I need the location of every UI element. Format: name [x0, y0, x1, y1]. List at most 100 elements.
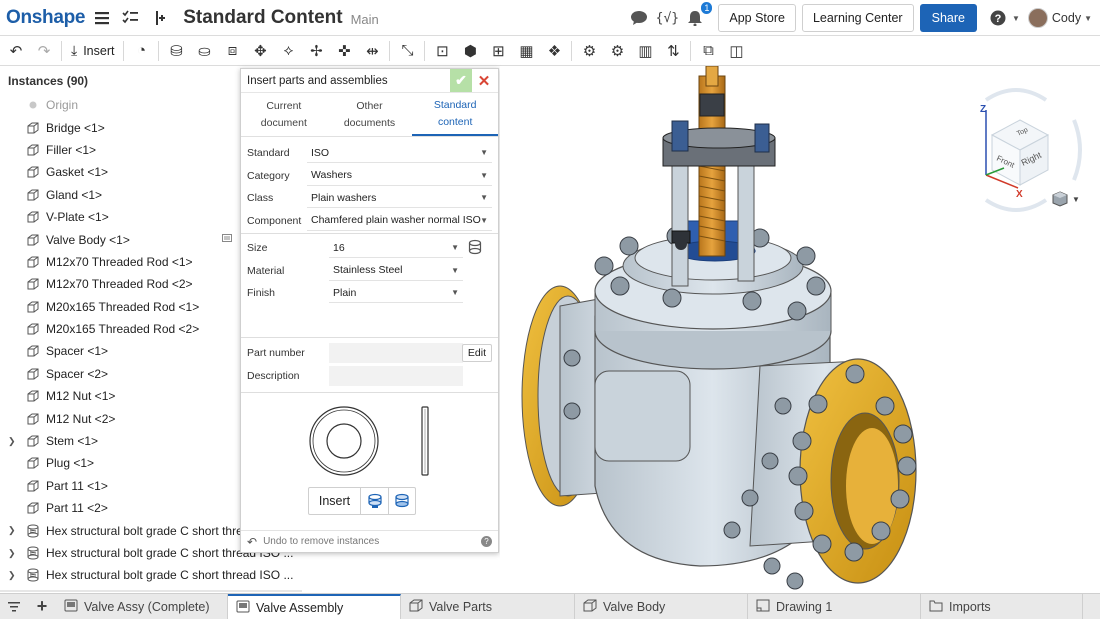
standard-label: Standard: [247, 147, 290, 160]
tab-bar: + Valve Assy (Complete) Valve Assembly Val…: [0, 593, 1100, 619]
linear-pattern-icon[interactable]: ▦: [512, 38, 540, 64]
tab-standard-content[interactable]: Standard content: [412, 93, 499, 136]
insert-mate-icon[interactable]: [147, 7, 169, 29]
part-icon: [26, 322, 40, 336]
tab-valve-parts[interactable]: Valve Parts: [401, 593, 575, 619]
finish-select[interactable]: Plain ▼: [329, 283, 463, 304]
tab-other-documents[interactable]: Other documents: [327, 93, 413, 136]
linear-relation-icon[interactable]: ⇅: [659, 38, 687, 64]
material-select[interactable]: Stainless Steel ▼: [329, 261, 463, 281]
drawing-icon: [756, 599, 770, 615]
insert-icon: ⤓: [71, 42, 78, 58]
mate-connector-icon[interactable]: ⊡: [428, 38, 456, 64]
undo-icon[interactable]: ↶: [247, 535, 257, 549]
user-name[interactable]: Cody: [1052, 11, 1081, 25]
section-view-icon[interactable]: ◫: [722, 38, 750, 64]
part-icon: [26, 367, 40, 381]
screw-relation-icon[interactable]: ▥: [631, 38, 659, 64]
insert-button[interactable]: ⤓ Insert: [65, 42, 120, 59]
parallel-mate-icon[interactable]: ⇹: [358, 38, 386, 64]
configuration-icon[interactable]: [468, 239, 482, 258]
fastened-mate-icon[interactable]: ⛁: [162, 38, 190, 64]
gear-relation-icon[interactable]: ⚙: [575, 38, 603, 64]
explode-view-icon[interactable]: ⧉: [694, 38, 722, 64]
insert-and-mate-icon[interactable]: [361, 488, 388, 514]
description-field[interactable]: [329, 365, 463, 386]
tab-valve-assy-complete[interactable]: Valve Assy (Complete): [56, 593, 228, 619]
standard-select[interactable]: ISO ▼: [307, 143, 492, 164]
tab-label: Valve Parts: [429, 599, 492, 614]
component-label: Component: [247, 214, 302, 227]
pin-slot-mate-icon[interactable]: ✢: [302, 38, 330, 64]
rack-pinion-icon[interactable]: ⚙: [603, 38, 631, 64]
feature-list-icon[interactable]: [119, 7, 141, 29]
tab-imports[interactable]: Imports: [921, 593, 1083, 619]
size-select[interactable]: 16 ▼: [329, 238, 463, 259]
instance-label: Hex structural bolt grade C short thread…: [46, 568, 294, 583]
chevron-right-icon[interactable]: ❯: [8, 525, 20, 536]
tab-label-line2: document: [260, 116, 307, 129]
linked-document-icon[interactable]: [222, 234, 232, 245]
tab-drawing-1[interactable]: Drawing 1: [748, 593, 921, 619]
ball-mate-icon[interactable]: ✜: [330, 38, 358, 64]
edit-button[interactable]: Edit: [461, 344, 492, 363]
toolbar-divider: [158, 40, 160, 61]
instance-label: V-Plate <1>: [46, 210, 109, 225]
redo-icon[interactable]: ↷: [30, 38, 58, 64]
notifications-icon[interactable]: 1: [684, 2, 713, 29]
help-icon[interactable]: ?: [481, 536, 492, 547]
material-value: Stainless Steel: [333, 264, 403, 277]
tab-valve-body[interactable]: Valve Body: [575, 593, 748, 619]
tab-current-document[interactable]: Current document: [241, 93, 327, 136]
document-title[interactable]: Standard Content: [183, 7, 342, 29]
chevron-down-icon: ▼: [480, 215, 488, 225]
user-caret-icon[interactable]: ▼: [1084, 14, 1092, 23]
category-select[interactable]: Washers ▼: [307, 166, 492, 186]
learning-center-button[interactable]: Learning Center: [801, 4, 914, 32]
graphics-viewport[interactable]: Top Front Right Z X ▼: [500, 65, 1100, 593]
cylindrical-mate-icon[interactable]: ⟡: [274, 38, 302, 64]
tab-valve-assembly[interactable]: Valve Assembly: [228, 593, 401, 619]
chevron-right-icon[interactable]: ❯: [8, 436, 20, 447]
tab-label: Valve Assy (Complete): [84, 599, 210, 614]
branch-name[interactable]: Main: [351, 12, 379, 27]
variables-icon[interactable]: {√}: [656, 7, 679, 29]
assembly-icon: [64, 599, 78, 615]
insert-with-fasten-icon[interactable]: [388, 488, 415, 514]
class-select[interactable]: Plain washers ▼: [307, 188, 492, 209]
help-icon[interactable]: ?: [987, 7, 1009, 29]
part-number-field[interactable]: [329, 343, 463, 363]
app-store-button[interactable]: App Store: [718, 4, 796, 32]
slider-mate-icon[interactable]: ⧈: [218, 38, 246, 64]
help-caret-icon[interactable]: ▼: [1012, 14, 1020, 23]
tab-list-icon[interactable]: [0, 594, 28, 619]
revolute-mate-icon[interactable]: ⛀: [190, 38, 218, 64]
chevron-right-icon[interactable]: ❯: [8, 548, 20, 559]
view-cube[interactable]: Top Front Right Z X: [956, 80, 1086, 230]
close-icon[interactable]: ✕: [474, 69, 494, 92]
view-options-dropdown[interactable]: ▼: [1052, 191, 1080, 207]
tab-label: Valve Body: [603, 599, 666, 614]
insert-component-button[interactable]: Insert: [309, 488, 361, 514]
circular-pattern-icon[interactable]: ❖: [540, 38, 568, 64]
undo-icon[interactable]: ↶: [2, 38, 30, 64]
group-icon[interactable]: ⬢: [456, 38, 484, 64]
avatar[interactable]: [1027, 8, 1048, 28]
planar-mate-icon[interactable]: ✥: [246, 38, 274, 64]
onshape-logo[interactable]: Onshape: [6, 7, 86, 29]
component-select[interactable]: Chamfered plain washer normal ISO ▼: [307, 211, 492, 231]
section-divider: [241, 233, 498, 234]
tangent-mate-icon[interactable]: ⤡: [393, 38, 421, 64]
share-button[interactable]: Share: [919, 4, 977, 32]
comments-icon[interactable]: [628, 7, 650, 29]
standard-part-icon: [26, 546, 40, 560]
chevron-right-icon[interactable]: ❯: [8, 570, 20, 581]
relation-icon[interactable]: ⊞: [484, 38, 512, 64]
confirm-check-icon[interactable]: ✔: [450, 69, 472, 92]
replicate-icon[interactable]: ◔: [127, 38, 155, 64]
add-tab-icon[interactable]: +: [28, 594, 56, 619]
menu-icon[interactable]: [91, 7, 113, 29]
instance-item[interactable]: ❯ Hex structural bolt grade C short threa…: [0, 564, 300, 586]
chevron-down-icon: ▼: [480, 148, 488, 158]
document-tabs: Valve Assy (Complete) Valve Assembly Valve…: [56, 593, 1083, 619]
